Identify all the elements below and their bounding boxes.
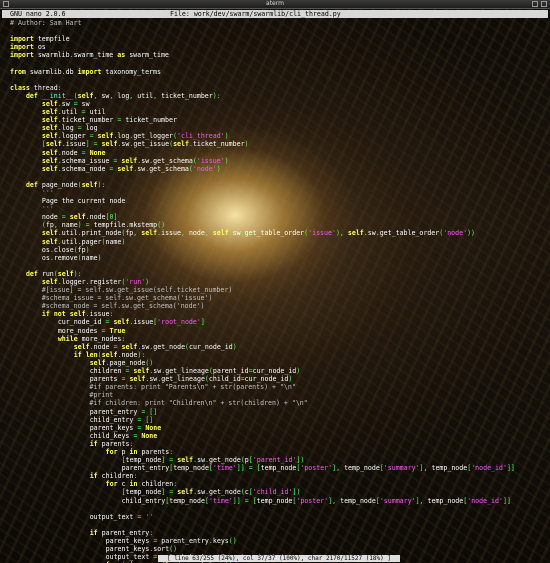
code-editor[interactable]: # Author: Sam Hart import tempfile import… (10, 19, 548, 563)
code-line: if len(self.node): (73, 350, 146, 359)
code-line: #schema_issue = self.sw.get_schema('issu… (41, 294, 213, 303)
code-line: parent_keys.sort() (105, 545, 178, 554)
code-line: if parents: (89, 439, 134, 448)
code-line: self.schema_issue = self.sw.get_schema('… (41, 156, 229, 165)
code-line: #schema_node = self.sw.get_schema('node'… (41, 302, 205, 311)
code-line: parent_keys = None (89, 423, 162, 432)
code-line: child_entry[temp_node['time']] = [temp_n… (121, 496, 511, 505)
code-line: if parent_entry: (89, 528, 154, 537)
code-line: #[issue] = self.sw.get_issue(self.ticket… (41, 286, 233, 295)
code-line: self.util.pager(name) (41, 237, 126, 246)
close-icon[interactable] (541, 1, 547, 7)
code-line: import os (10, 43, 46, 52)
code-line: self.node = self.sw.get_node(cur_node_id… (73, 342, 237, 351)
terminal-window: aterm GNU nano 2.0.6 File: work/dev/swar… (0, 0, 550, 563)
window-title: aterm (266, 0, 284, 7)
code-line: def run(self): (25, 269, 82, 278)
code-line: cur_node_id = self.issue['root_node'] (57, 318, 205, 327)
code-line: parent_keys = parent_entry.keys() (105, 537, 237, 545)
code-line: while more_nodes: (57, 334, 126, 343)
code-line: if children: (89, 472, 138, 481)
code-line: for p in parents: (105, 447, 174, 456)
code-line: self.logger = self.log.get_logger('cli_t… (41, 132, 229, 141)
code-line: [self.issue] = self.sw.get_issue(self.ti… (41, 140, 249, 149)
code-line: def page_node(self): (25, 180, 106, 189)
code-line: os.close(fp) (41, 245, 90, 254)
code-line: self.page_node() (89, 358, 154, 367)
code-line: parents = self.sw.get_lineage(child_id=c… (89, 375, 293, 384)
code-line: self.sw = sw (41, 99, 90, 108)
code-line: import tempfile (10, 35, 70, 44)
code-line: #print (89, 391, 114, 400)
nano-file-name: File: work/dev/swarm/swarmlib/cli_thread… (170, 10, 341, 18)
code-line: ''' (41, 188, 54, 197)
code-line: node = self.node[0] (41, 213, 118, 222)
code-line: [temp_node] = self.sw.get_node(c['child_… (121, 488, 301, 497)
code-line: class thread: (10, 83, 62, 92)
code-line: self.util.print_node(fp, self.issue, nod… (41, 229, 476, 238)
nano-header: GNU nano 2.0.6 File: work/dev/swarm/swar… (2, 10, 548, 18)
code-line: #if parents: print "Parents\n" + str(par… (89, 383, 296, 392)
code-line: # Author: Sam Hart (10, 19, 82, 27)
code-line: Page the current node (41, 197, 126, 206)
nano-app-version: GNU nano 2.0.6 (10, 10, 66, 18)
code-line: ''' (41, 205, 54, 214)
code-line: from swarmlib.db import taxonomy_terms (10, 67, 161, 76)
code-line: child_entry = [] (89, 415, 154, 424)
code-line: self.logger.register('run') (41, 278, 150, 286)
code-line: parent_entry = [] (89, 407, 158, 416)
code-line: #if children: print "Children\n" + str(c… (89, 399, 308, 408)
code-line: child_keys = None (89, 431, 158, 440)
code-line: [temp_node] = self.sw.get_node(p['parent… (121, 456, 305, 465)
code-line: more_nodes = True (57, 326, 126, 335)
nano-status-bar: [ line 63/255 (24%), col 37/37 (100%), c… (158, 555, 400, 562)
code-line: self.schema_node = self.sw.get_schema('n… (41, 164, 221, 173)
code-line: children = self.sw.get_lineage(parent_id… (89, 367, 301, 376)
code-line: import swarmlib.swarm_time as swarm_time (10, 51, 169, 60)
code-line: self.util = util (41, 108, 106, 117)
code-line: def __init__(self, sw, log, util, ticket… (25, 91, 221, 100)
code-line: os.remove(name) (41, 253, 102, 262)
code-line: output_text = '' (89, 512, 154, 521)
code-line: for c in children: (105, 480, 178, 489)
minimize-icon[interactable] (532, 1, 538, 7)
window-titlebar[interactable]: aterm (0, 0, 550, 9)
code-line: parent_entry[temp_node['time']] = [temp_… (121, 464, 515, 473)
code-line: if not self.issue: (41, 310, 114, 319)
code-line: self.node = None (41, 148, 106, 157)
code-line: self.log = log (41, 124, 98, 133)
code-line: (fp, name) = tempfile.mkstemp() (41, 221, 166, 230)
code-line: self.ticket_number = ticket_number (41, 116, 177, 125)
